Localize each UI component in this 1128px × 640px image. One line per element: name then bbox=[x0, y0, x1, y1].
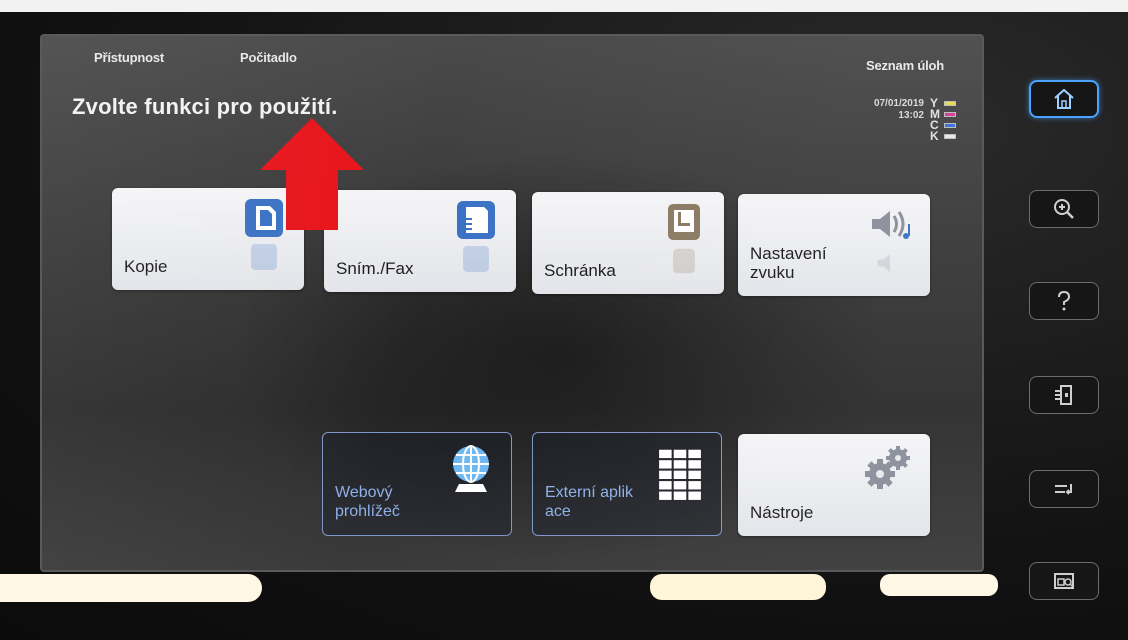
counter-tab[interactable]: Počitadlo bbox=[240, 50, 297, 65]
box-icon-reflection bbox=[673, 248, 695, 274]
sound-settings-label-line1: Nastavení bbox=[750, 244, 827, 263]
register-key-button[interactable] bbox=[1029, 562, 1099, 600]
external-apps-label-line1: Externí aplik bbox=[545, 484, 634, 501]
external-apps-label: Externí aplik ace bbox=[545, 483, 633, 521]
power-save-button[interactable] bbox=[1029, 470, 1099, 508]
toner-bar bbox=[944, 101, 956, 106]
copy-label: Kopie bbox=[124, 257, 168, 276]
speaker-icon bbox=[872, 211, 910, 239]
sound-settings-button[interactable]: Nastavení zvuku bbox=[738, 194, 930, 296]
sound-settings-label: Nastavení zvuku bbox=[750, 244, 827, 282]
tools-label: Nástroje bbox=[750, 503, 814, 522]
zoom-in-icon bbox=[1054, 199, 1074, 219]
glare-right bbox=[880, 574, 998, 596]
web-browser-label-line1: Webový bbox=[335, 484, 393, 501]
gear-icon bbox=[865, 446, 910, 489]
register-key-icon bbox=[1054, 573, 1074, 589]
globe-icon bbox=[453, 445, 489, 492]
accessibility-tab[interactable]: Přístupnost bbox=[94, 50, 164, 65]
zoom-in-button[interactable] bbox=[1029, 190, 1099, 228]
toner-bar bbox=[944, 112, 956, 117]
box-icon bbox=[668, 204, 700, 240]
external-apps-label-line2: ace bbox=[545, 503, 571, 520]
toner-letter: K bbox=[930, 129, 939, 143]
home-icon bbox=[1054, 88, 1074, 109]
scan-fax-icon-reflection bbox=[463, 246, 489, 272]
glare-left bbox=[0, 574, 262, 602]
toner-levels: Y M C K bbox=[930, 97, 970, 143]
power-save-icon bbox=[1055, 484, 1072, 495]
date-text: 07/01/2019 bbox=[873, 98, 924, 109]
time-text: 13:02 bbox=[898, 110, 924, 121]
bezel-top-edge bbox=[0, 0, 1128, 12]
function-prompt: Zvolte funkci pro použití. bbox=[72, 94, 338, 119]
web-browser-button[interactable]: Webový prohlížeč bbox=[322, 432, 512, 536]
job-list-tab[interactable]: Seznam úloh bbox=[866, 58, 944, 73]
help-icon bbox=[1058, 290, 1071, 311]
date-time: 07/01/2019 13:02 bbox=[842, 98, 924, 122]
speaker-icon-reflection bbox=[877, 254, 890, 272]
web-browser-label: Webový prohlížeč bbox=[335, 483, 400, 521]
glare-center bbox=[650, 574, 826, 600]
help-button[interactable] bbox=[1029, 282, 1099, 320]
red-arrow-annotation bbox=[260, 118, 364, 230]
access-button[interactable] bbox=[1029, 376, 1099, 414]
box-label: Schránka bbox=[544, 261, 616, 280]
scan-fax-label: Sním./Fax bbox=[336, 259, 414, 278]
home-button[interactable] bbox=[1029, 80, 1099, 118]
toner-bar bbox=[944, 134, 956, 139]
sound-settings-label-line2: zvuku bbox=[750, 263, 795, 282]
box-button[interactable]: Schránka bbox=[532, 192, 724, 294]
app-grid-icon bbox=[659, 449, 701, 500]
web-browser-label-line2: prohlížeč bbox=[335, 503, 400, 520]
scan-fax-icon bbox=[457, 201, 495, 239]
external-apps-button[interactable]: Externí aplik ace bbox=[532, 432, 722, 536]
toner-bar bbox=[944, 123, 956, 128]
toner-row-k: K bbox=[930, 129, 970, 143]
copy-icon-reflection bbox=[251, 244, 277, 270]
tools-button[interactable]: Nástroje bbox=[738, 434, 930, 536]
access-icon bbox=[1055, 385, 1072, 405]
touch-screen: Přístupnost Počitadlo Seznam úloh Zvolte… bbox=[40, 34, 984, 572]
